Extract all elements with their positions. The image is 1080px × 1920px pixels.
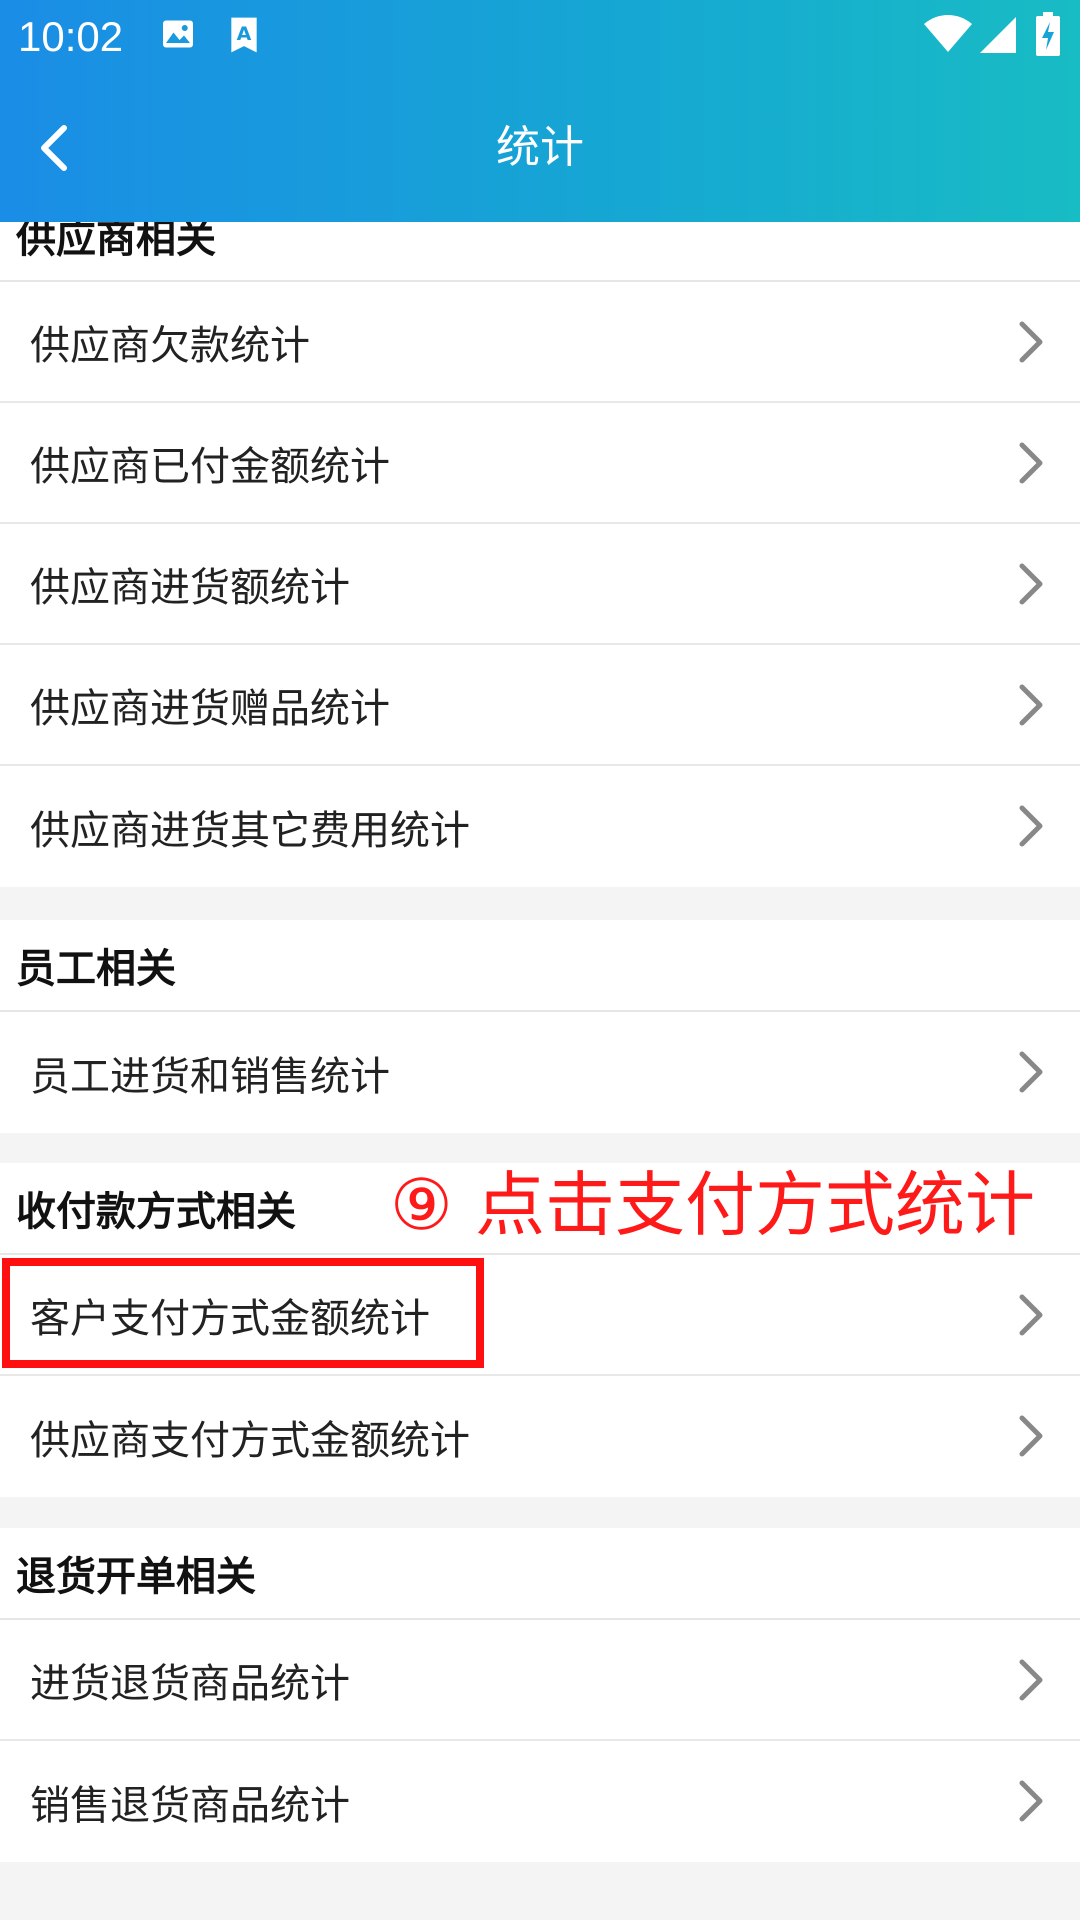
section-header: 供应商相关 xyxy=(0,222,1080,282)
chevron-right-icon xyxy=(1019,321,1043,363)
list-item-label: 员工进货和销售统计 xyxy=(30,1053,390,1100)
section-supplier: 供应商相关 供应商欠款统计 供应商已付金额统计 供应商进货额统计 供应商进货赠品… xyxy=(0,222,1080,887)
list-item-label: 供应商已付金额统计 xyxy=(30,443,390,490)
list-item-supplier-purchase[interactable]: 供应商进货额统计 xyxy=(0,524,1080,645)
chevron-right-icon xyxy=(1019,1780,1043,1822)
chevron-right-icon xyxy=(1019,1051,1043,1093)
chevron-right-icon xyxy=(1019,1294,1043,1336)
list-item-sales-returns[interactable]: 销售退货商品统计 xyxy=(0,1741,1080,1862)
highlight-box xyxy=(2,1258,484,1368)
image-notification-icon xyxy=(160,16,196,56)
list-item-label: 供应商欠款统计 xyxy=(30,322,310,369)
battery-charging-icon xyxy=(1036,12,1060,60)
list-item-supplier-debt[interactable]: 供应商欠款统计 xyxy=(0,282,1080,403)
status-time: 10:02 xyxy=(18,13,124,60)
list-item-label: 供应商进货额统计 xyxy=(30,564,350,611)
list-item-label: 进货退货商品统计 xyxy=(30,1660,350,1707)
title-bar: 统计 xyxy=(0,74,1080,222)
status-bar: 10:02 A xyxy=(0,0,1080,74)
text-notification-icon: A xyxy=(228,16,260,58)
section-returns: 退货开单相关 进货退货商品统计 销售退货商品统计 xyxy=(0,1528,1080,1862)
section-header: 员工相关 xyxy=(0,920,1080,1012)
list-item-supplier-paid[interactable]: 供应商已付金额统计 xyxy=(0,403,1080,524)
list-item-purchase-returns[interactable]: 进货退货商品统计 xyxy=(0,1620,1080,1741)
list-item-label: 供应商支付方式金额统计 xyxy=(30,1417,470,1464)
svg-text:A: A xyxy=(237,23,252,45)
cellular-signal-icon xyxy=(980,16,1016,58)
section-employee: 员工相关 员工进货和销售统计 xyxy=(0,920,1080,1133)
wifi-icon xyxy=(924,14,972,58)
chevron-right-icon xyxy=(1019,805,1043,847)
list-item-label: 销售退货商品统计 xyxy=(30,1782,350,1829)
list-item-label: 供应商进货赠品统计 xyxy=(30,685,390,732)
list-item-supplier-other-fees[interactable]: 供应商进货其它费用统计 xyxy=(0,766,1080,887)
chevron-right-icon xyxy=(1019,442,1043,484)
section-header: 退货开单相关 xyxy=(0,1528,1080,1620)
tutorial-annotation: ⑨ 点击支付方式统计 xyxy=(390,1164,1036,1246)
page-title: 统计 xyxy=(496,122,584,173)
list-item-supplier-gift[interactable]: 供应商进货赠品统计 xyxy=(0,645,1080,766)
list-item-supplier-payment-method[interactable]: 供应商支付方式金额统计 xyxy=(0,1376,1080,1497)
list-item-employee-sales[interactable]: 员工进货和销售统计 xyxy=(0,1012,1080,1133)
chevron-right-icon xyxy=(1019,1659,1043,1701)
chevron-right-icon xyxy=(1019,684,1043,726)
chevron-right-icon xyxy=(1019,1415,1043,1457)
stats-list[interactable]: 供应商相关 供应商欠款统计 供应商已付金额统计 供应商进货额统计 供应商进货赠品… xyxy=(0,222,1080,1920)
list-item-label: 供应商进货其它费用统计 xyxy=(30,807,470,854)
app-header: 10:02 A 统计 xyxy=(0,0,1080,222)
chevron-right-icon xyxy=(1019,563,1043,605)
